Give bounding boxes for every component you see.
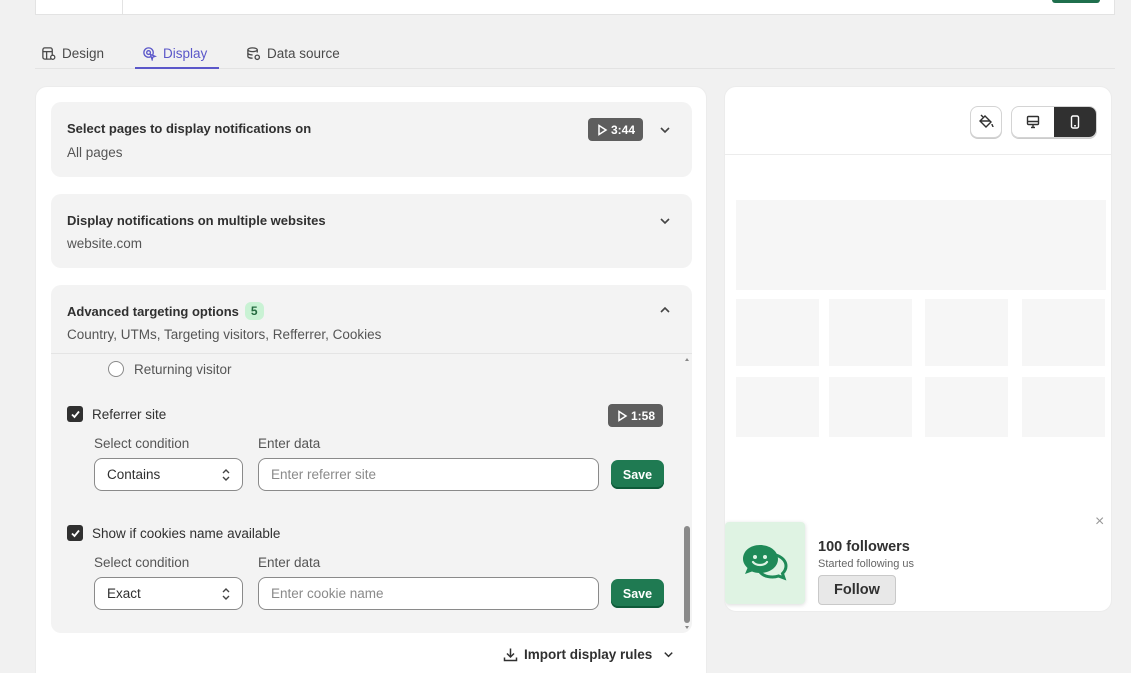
tab-bar: Design Display Data source xyxy=(35,30,1115,69)
cookies-label: Show if cookies name available xyxy=(92,525,281,541)
preview-placeholder-block xyxy=(829,377,912,437)
cookies-data-label: Enter data xyxy=(258,555,321,570)
follow-button[interactable]: Follow xyxy=(818,575,896,605)
cookies-condition-label: Select condition xyxy=(94,555,190,570)
returning-visitor-option[interactable]: Returning visitor xyxy=(108,361,232,377)
design-mode-button[interactable] xyxy=(970,106,1002,138)
tab-design[interactable]: Design xyxy=(41,38,104,68)
advanced-count-badge: 5 xyxy=(244,302,264,320)
preview-placeholder-block xyxy=(1022,377,1105,437)
tab-data-source[interactable]: Data source xyxy=(246,38,340,68)
cookies-option[interactable]: Show if cookies name available xyxy=(67,525,280,541)
desktop-icon xyxy=(1026,115,1040,129)
referrer-condition-select[interactable]: Contains xyxy=(94,458,243,491)
scroll-up-arrow[interactable] xyxy=(685,358,689,361)
returning-visitor-label: Returning visitor xyxy=(134,361,232,377)
play-icon xyxy=(598,123,608,136)
referrer-save-button[interactable]: Save xyxy=(611,460,664,489)
cookies-checkbox[interactable] xyxy=(67,525,83,541)
notification-title: 100 followers xyxy=(818,539,910,555)
tab-design-label: Design xyxy=(62,45,105,61)
advanced-card-title-text: Advanced targeting options xyxy=(67,303,239,319)
display-settings-panel: Select pages to display notifications on… xyxy=(35,86,707,673)
advanced-card-title: Advanced targeting options 5 xyxy=(67,302,264,320)
cookie-name-input[interactable] xyxy=(258,577,599,610)
pages-card[interactable]: Select pages to display notifications on… xyxy=(51,102,692,177)
websites-card-subtitle: website.com xyxy=(67,236,143,251)
preview-placeholder-block xyxy=(925,377,1008,437)
top-bar-divider xyxy=(122,0,123,14)
preview-placeholder-block xyxy=(925,299,1008,366)
top-bar xyxy=(35,0,1115,15)
top-bar-primary-button[interactable] xyxy=(1052,0,1100,3)
select-arrows-icon xyxy=(222,588,230,600)
referrer-label: Referrer site xyxy=(92,406,167,422)
preview-placeholder-block xyxy=(1022,299,1105,366)
tab-display-label: Display xyxy=(163,45,208,61)
chevron-down-icon xyxy=(664,652,674,658)
preview-placeholder-block xyxy=(736,377,819,437)
preview-placeholder-block xyxy=(736,200,1106,290)
tab-display[interactable]: Display xyxy=(142,38,207,68)
advanced-card-header[interactable]: Advanced targeting options 5 Country, UT… xyxy=(51,285,692,353)
play-icon xyxy=(618,409,628,422)
preview-toolbar xyxy=(725,87,1111,155)
cookies-condition-value: Exact xyxy=(107,586,141,601)
cookies-save-button[interactable]: Save xyxy=(611,579,664,608)
referrer-data-label: Enter data xyxy=(258,436,321,451)
device-toggle xyxy=(1011,106,1097,138)
mobile-view-button[interactable] xyxy=(1054,107,1096,137)
tab-data-source-label: Data source xyxy=(267,45,340,61)
active-tab-indicator xyxy=(135,67,219,69)
import-display-rules-label: Import display rules xyxy=(524,647,653,662)
advanced-targeting-body: Returning visitor Referrer site 1:58 Sel… xyxy=(51,353,692,633)
referrer-video-duration: 1:58 xyxy=(631,408,656,423)
referrer-condition-value: Contains xyxy=(107,467,161,482)
desktop-view-button[interactable] xyxy=(1012,107,1054,137)
notification-subtitle: Started following us xyxy=(818,558,914,570)
chevron-down-icon[interactable] xyxy=(658,123,672,137)
close-icon[interactable]: × xyxy=(1095,513,1104,531)
returning-visitor-radio[interactable] xyxy=(108,361,124,377)
pages-video-duration: 3:44 xyxy=(611,122,636,137)
notification-preview[interactable]: 100 followers Started following us Follo… xyxy=(725,513,1111,611)
websites-card[interactable]: Display notifications on multiple websit… xyxy=(51,194,692,268)
referrer-site-input[interactable] xyxy=(258,458,599,491)
pages-video-badge[interactable]: 3:44 xyxy=(588,118,644,141)
preview-placeholder-block xyxy=(829,299,912,366)
preview-panel: 100 followers Started following us Follo… xyxy=(724,86,1112,612)
pages-card-title: Select pages to display notifications on xyxy=(67,121,312,136)
referrer-option[interactable]: Referrer site xyxy=(67,406,166,422)
paint-bucket-icon xyxy=(979,114,994,128)
websites-card-title: Display notifications on multiple websit… xyxy=(67,213,326,228)
scrollbar-thumb[interactable] xyxy=(684,526,690,623)
select-arrows-icon xyxy=(222,469,230,481)
referrer-checkbox[interactable] xyxy=(67,406,83,422)
scroll-down-arrow[interactable] xyxy=(685,626,689,629)
checkmark-icon xyxy=(70,529,80,537)
advanced-card-subtitle: Country, UTMs, Targeting visitors, Reffe… xyxy=(67,327,382,342)
database-icon xyxy=(247,46,261,60)
download-icon xyxy=(503,648,518,662)
referrer-condition-label: Select condition xyxy=(94,436,190,451)
cookies-condition-select[interactable]: Exact xyxy=(94,577,243,610)
referrer-video-badge[interactable]: 1:58 xyxy=(608,404,664,427)
chat-smile-icon xyxy=(743,545,788,581)
chevron-up-icon[interactable] xyxy=(658,303,672,317)
chevron-down-icon[interactable] xyxy=(658,214,672,228)
mobile-icon xyxy=(1070,115,1080,129)
design-icon xyxy=(42,46,56,60)
checkmark-icon xyxy=(70,410,80,418)
preview-placeholder-block xyxy=(736,299,819,366)
display-icon xyxy=(143,46,157,61)
import-display-rules-button[interactable]: Import display rules xyxy=(503,647,675,662)
notification-image xyxy=(725,522,805,604)
pages-card-subtitle: All pages xyxy=(67,145,123,160)
